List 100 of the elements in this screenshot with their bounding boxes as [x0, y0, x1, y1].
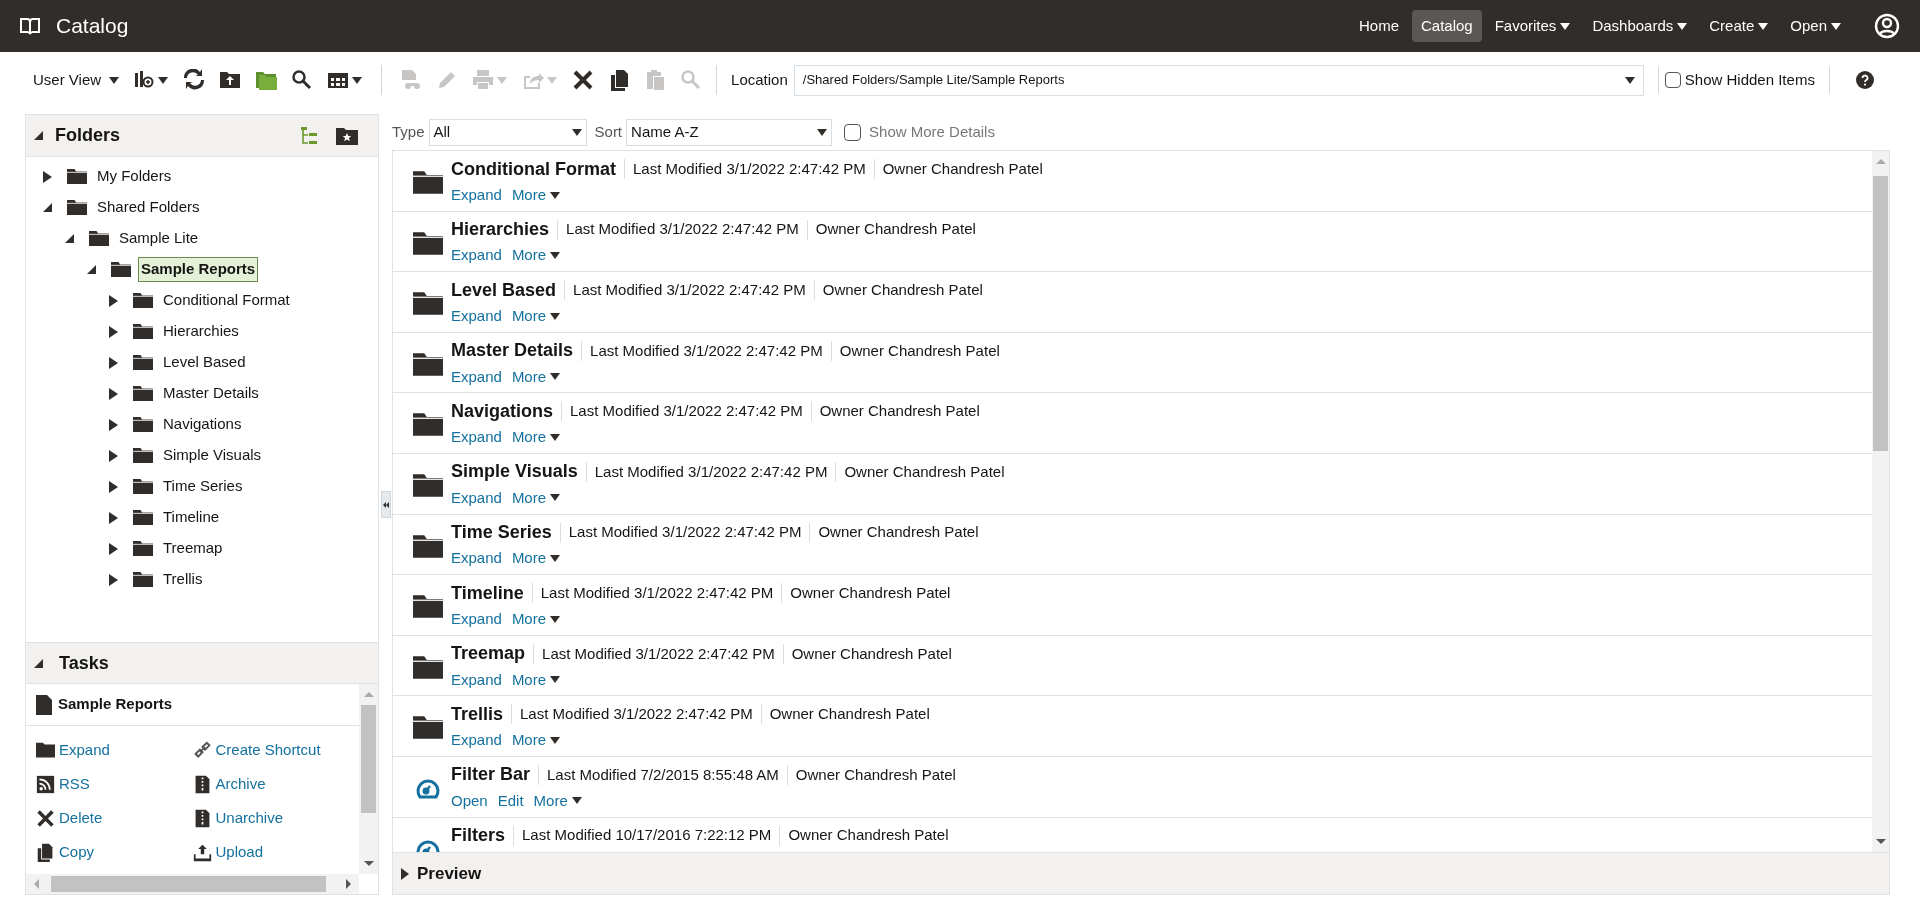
nav-link[interactable]: Create [1700, 10, 1778, 42]
item-action[interactable]: Expand [451, 304, 502, 328]
item-title[interactable]: Hierarchies [451, 216, 550, 244]
item-title[interactable]: Level Based [451, 276, 557, 304]
folder-icon[interactable] [255, 69, 278, 91]
tree-item[interactable]: Sample Reports [138, 257, 259, 282]
item-action[interactable]: Expand [451, 183, 502, 207]
item-action[interactable]: Expand [451, 607, 502, 631]
nav-link[interactable]: Open [1781, 10, 1850, 42]
item-title[interactable]: Time Series [451, 519, 552, 547]
tree-item[interactable]: Sample Lite [116, 226, 202, 251]
nav-link[interactable]: Favorites [1485, 10, 1580, 42]
item-title[interactable]: Navigations [451, 397, 554, 425]
item-action[interactable]: Expand [451, 668, 502, 691]
item-action[interactable]: Expand [451, 547, 502, 570]
item-action[interactable]: Open [451, 789, 488, 813]
task-link[interactable]: RSS [59, 773, 90, 796]
item-action[interactable]: Expand [451, 729, 502, 752]
checkbox[interactable] [844, 123, 862, 141]
item-action[interactable]: Expand [451, 365, 502, 389]
sort-dropdown[interactable]: Name A-Z [626, 118, 833, 146]
nav-link[interactable]: Home [1349, 10, 1408, 42]
tree-item[interactable]: Shared Folders [94, 195, 203, 220]
expand-icon[interactable] [109, 325, 118, 338]
more-menu[interactable]: More [511, 304, 561, 328]
search-icon[interactable] [291, 69, 314, 91]
expand-icon[interactable] [43, 170, 52, 183]
tree-item[interactable]: Treemap [160, 536, 226, 561]
expand-icon[interactable] [109, 294, 118, 307]
vertical-scrollbar[interactable] [359, 684, 378, 874]
expand-icon[interactable] [109, 449, 118, 462]
tree-item[interactable]: My Folders [94, 164, 175, 189]
folder-star-icon[interactable] [336, 126, 358, 145]
collapse-handle[interactable] [380, 491, 391, 518]
tree-item[interactable]: Level Based [160, 350, 249, 375]
task-link[interactable]: Upload [215, 841, 264, 864]
expand-icon[interactable] [109, 356, 118, 369]
item-action[interactable]: Edit [497, 789, 524, 813]
task-link[interactable]: Create Shortcut [215, 739, 321, 762]
tree-item[interactable]: Trellis [160, 567, 206, 592]
more-menu[interactable]: More [511, 607, 561, 631]
horizontal-scrollbar[interactable] [26, 874, 359, 894]
expand-icon[interactable] [109, 418, 118, 431]
preview-bar[interactable]: Preview [393, 852, 1889, 894]
folder-upload-icon[interactable] [219, 69, 242, 91]
type-dropdown[interactable]: All [428, 118, 587, 146]
nav-link[interactable]: Dashboards [1583, 10, 1697, 42]
more-menu[interactable]: More [511, 547, 561, 570]
item-title[interactable]: Timeline [451, 579, 524, 607]
refresh-icon[interactable] [183, 69, 206, 91]
expand-icon[interactable] [109, 511, 118, 524]
book-icon[interactable] [20, 17, 40, 35]
copy-icon[interactable] [608, 69, 631, 91]
expand-icon[interactable] [109, 573, 118, 586]
item-action[interactable]: Expand [451, 244, 502, 267]
expand-icon[interactable] [109, 480, 118, 493]
item-action[interactable]: Expand [451, 486, 502, 510]
collapse-icon[interactable] [34, 658, 43, 668]
expanded-icon[interactable] [43, 203, 52, 212]
tree-item[interactable]: Hierarchies [160, 319, 242, 344]
item-action[interactable]: Expand [451, 426, 502, 449]
item-title[interactable]: Simple Visuals [451, 458, 578, 486]
more-menu[interactable]: More [511, 486, 561, 510]
user-icon[interactable] [1874, 13, 1900, 39]
task-link[interactable]: Unarchive [215, 807, 284, 830]
tree-item[interactable]: Timeline [160, 505, 223, 530]
more-menu[interactable]: More [511, 244, 561, 267]
item-title[interactable]: Conditional Format [451, 155, 616, 183]
expanded-icon[interactable] [65, 234, 74, 243]
expand-icon[interactable] [109, 542, 118, 555]
more-menu[interactable]: More [511, 365, 561, 389]
expanded-icon[interactable] [87, 265, 96, 274]
task-link[interactable]: Expand [59, 739, 110, 762]
vertical-scrollbar[interactable] [1872, 151, 1889, 852]
location-field[interactable]: /Shared Folders/Sample Lite/Sample Reports [793, 64, 1644, 96]
more-menu[interactable]: More [511, 668, 561, 691]
help-icon[interactable] [1855, 71, 1874, 89]
tree-item[interactable]: Time Series [160, 474, 246, 499]
tree-item[interactable]: Conditional Format [160, 288, 293, 313]
item-title[interactable]: Trellis [451, 700, 504, 728]
tree-icon[interactable] [300, 125, 320, 146]
tree-item[interactable]: Navigations [160, 412, 245, 437]
tree-item[interactable]: Master Details [160, 381, 262, 406]
task-link[interactable]: Archive [215, 773, 266, 796]
more-menu[interactable]: More [511, 426, 561, 449]
view-menu[interactable]: User View [33, 68, 120, 92]
task-link[interactable]: Delete [59, 807, 103, 830]
item-title[interactable]: Filter Bar [451, 761, 531, 789]
item-title[interactable]: Filters [451, 822, 506, 850]
expand-icon[interactable] [109, 387, 118, 400]
more-menu[interactable]: More [511, 729, 561, 752]
delete-icon[interactable] [572, 69, 595, 91]
more-menu[interactable]: More [533, 789, 582, 813]
task-link[interactable]: Copy [59, 841, 95, 864]
item-title[interactable]: Treemap [451, 640, 526, 668]
tree-item[interactable]: Simple Visuals [160, 443, 265, 468]
checkbox[interactable] [1664, 72, 1681, 88]
nav-link[interactable]: Catalog [1412, 10, 1482, 42]
item-title[interactable]: Master Details [451, 337, 574, 365]
more-menu[interactable]: More [511, 183, 561, 207]
